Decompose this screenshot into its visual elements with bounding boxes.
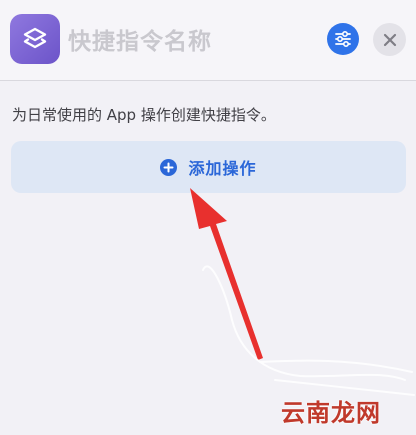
shortcut-description: 为日常使用的 App 操作创建快捷指令。 [12, 106, 276, 124]
plus-circle-icon [160, 158, 178, 176]
add-action-label: 添加操作 [188, 159, 257, 178]
settings-button[interactable] [327, 23, 359, 55]
annotation-scribble [202, 265, 415, 396]
shortcut-app-icon[interactable] [10, 14, 60, 64]
watermark-logo: 云南龙网 [281, 398, 381, 427]
shortcut-name-field[interactable]: 快捷指令名称 [68, 22, 212, 56]
annotation-arrow [190, 188, 263, 360]
layers-icon [23, 27, 47, 49]
sliders-icon [335, 30, 351, 48]
close-button[interactable] [373, 23, 406, 56]
shortcut-editor-header: 快捷指令名称 [0, 0, 416, 81]
close-icon [383, 33, 396, 46]
add-action-button[interactable]: 添加操作 [11, 141, 406, 193]
